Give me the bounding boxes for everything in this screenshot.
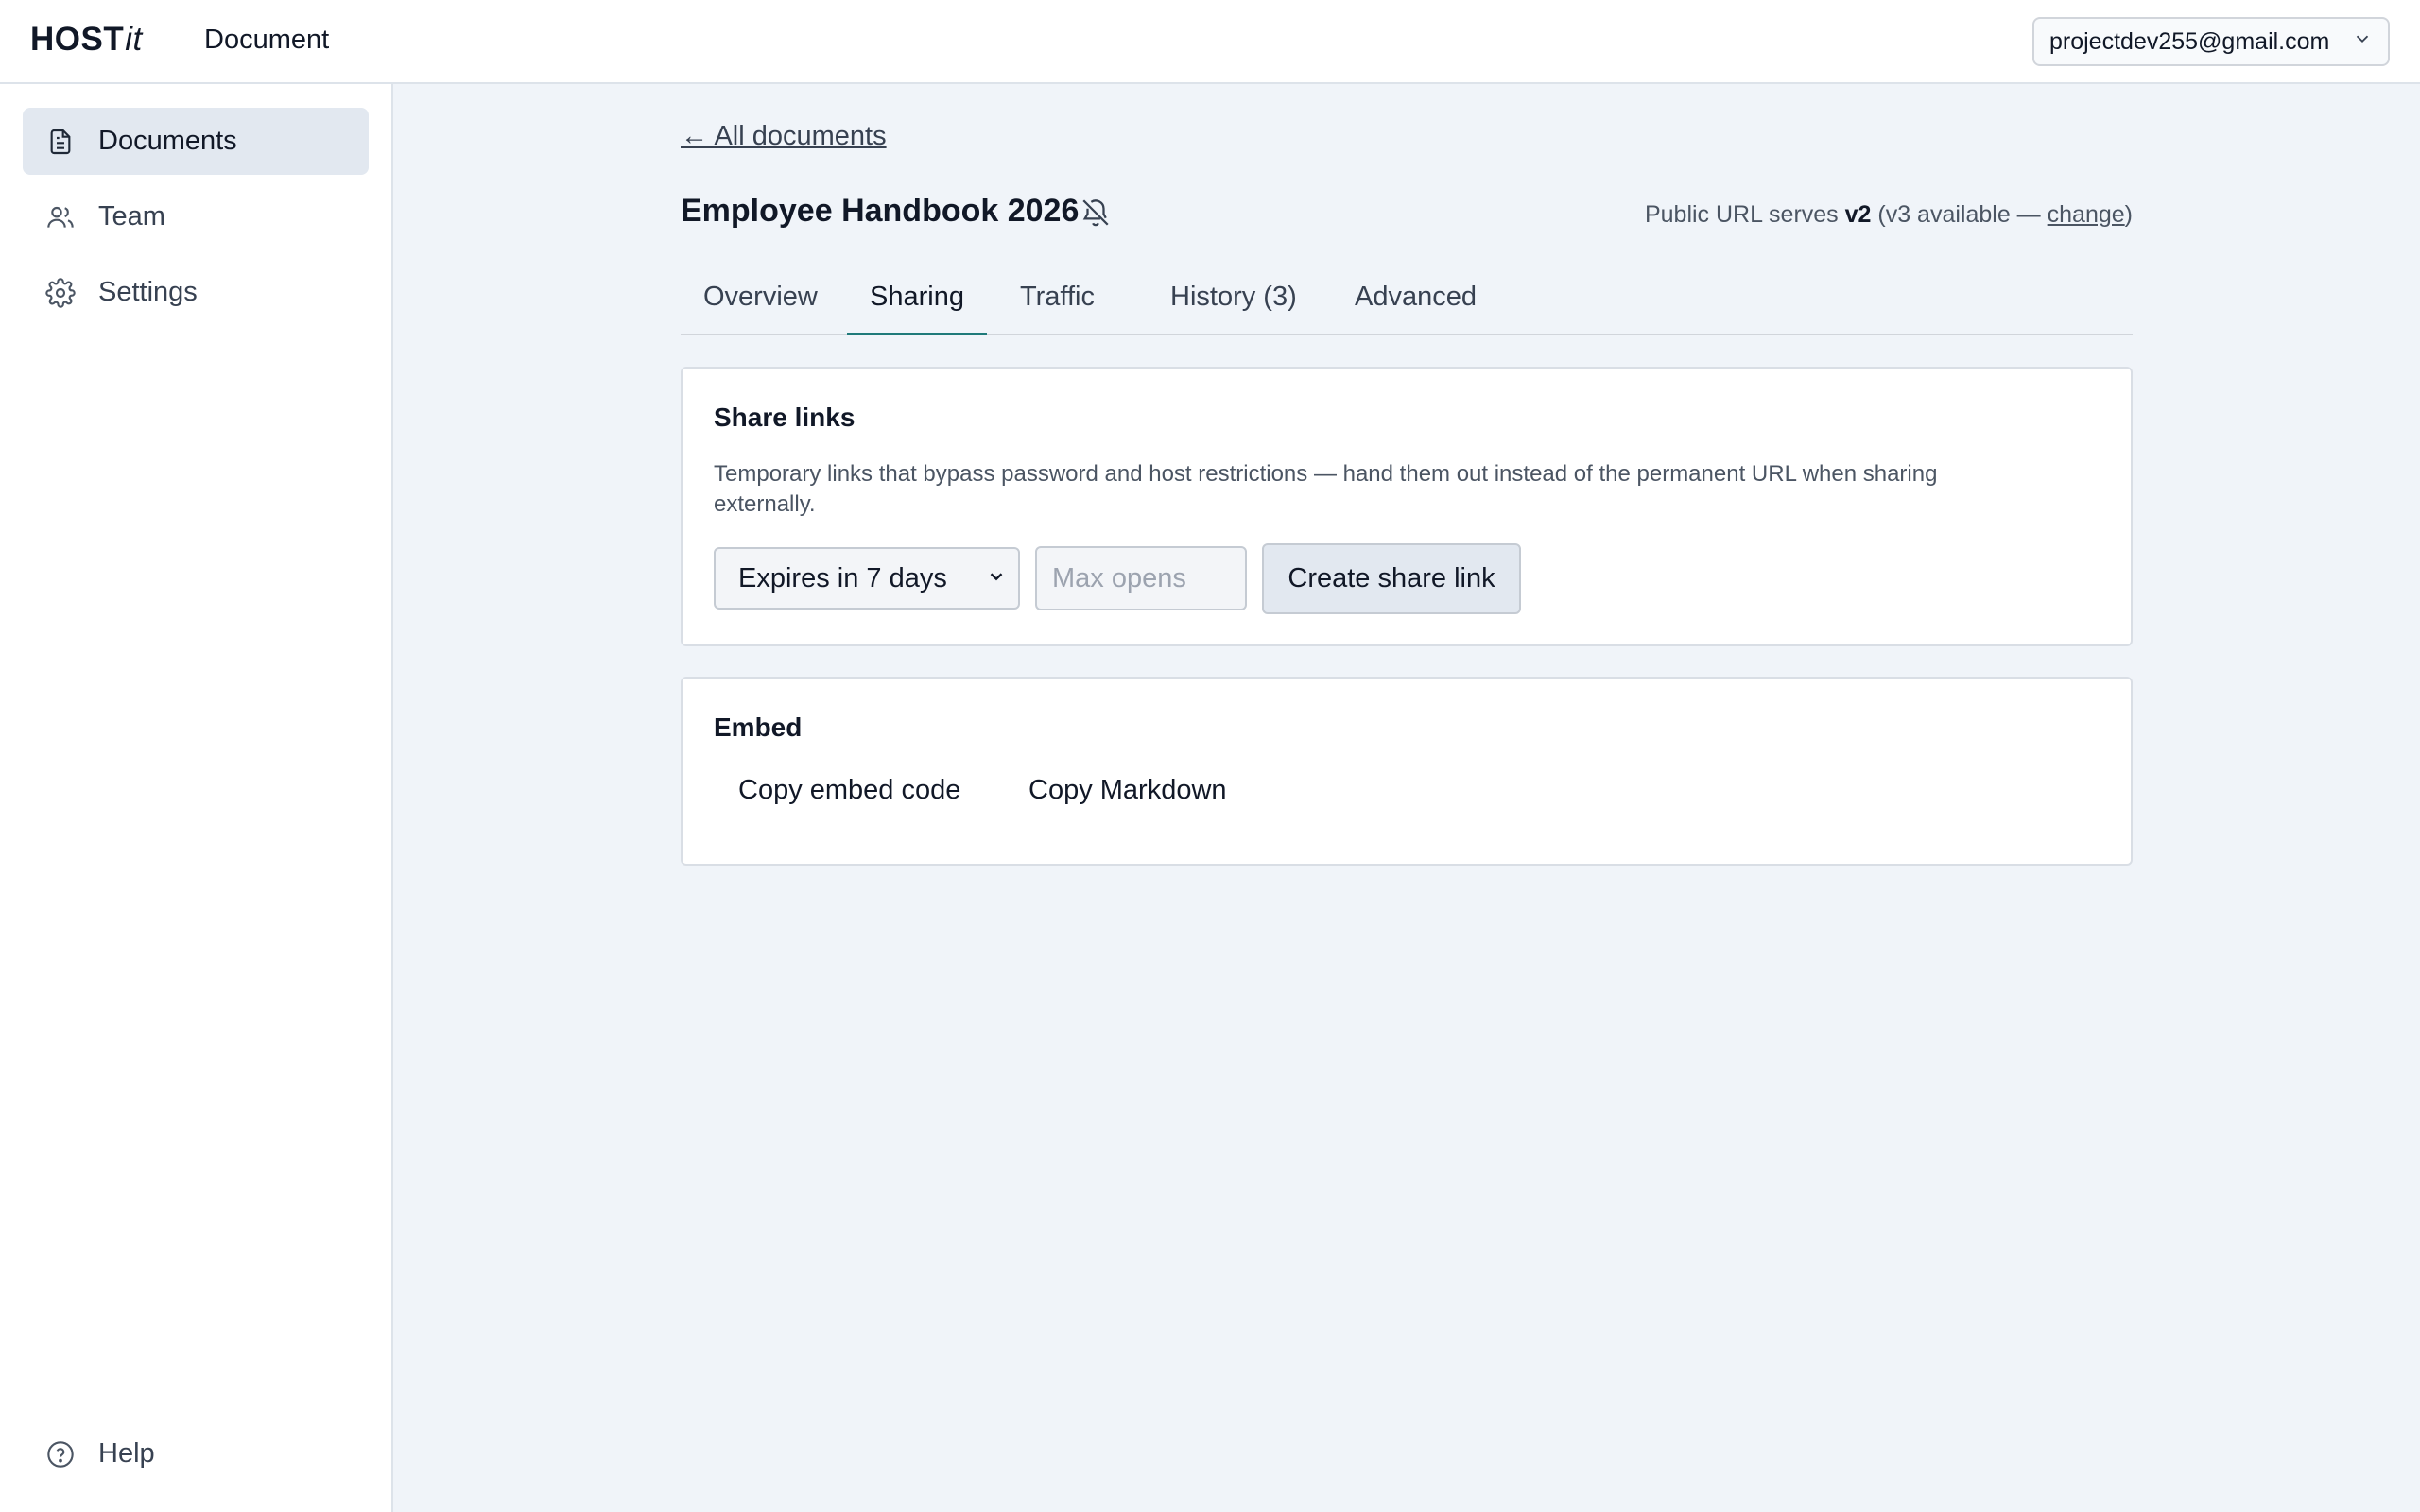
top-bar: HOSTit Document projectdev255@gmail.com (0, 0, 2420, 84)
help-label: Help (98, 1438, 155, 1469)
sidebar-item-settings[interactable]: Settings (23, 259, 369, 326)
tab-sharing[interactable]: Sharing (847, 269, 987, 335)
account-dropdown[interactable]: projectdev255@gmail.com (2032, 17, 2390, 66)
embed-title: Embed (714, 713, 803, 742)
sidebar-item-label: Team (98, 201, 165, 232)
page-title: Employee Handbook 2026 (681, 193, 1080, 229)
all-documents-link[interactable]: ← All documents (681, 121, 887, 152)
document-tabs: Overview Sharing Traffic History (3) Adv… (681, 269, 2133, 335)
public-url-available: (v3 available — (1871, 201, 2048, 228)
sidebar-item-documents[interactable]: Documents (23, 108, 369, 175)
sidebar-item-label: Documents (98, 126, 237, 156)
document-icon (45, 127, 76, 157)
bell-off-icon[interactable] (1080, 197, 1112, 229)
section-title: Document (204, 25, 330, 55)
public-url-prefix: Public URL serves (1644, 201, 1845, 228)
public-url-status: Public URL serves v2 (v3 available — cha… (1645, 201, 2133, 229)
chevron-down-icon (2352, 28, 2373, 56)
public-url-suffix: ) (2124, 201, 2133, 228)
expiry-select-value: Expires in 7 days (738, 562, 947, 593)
brand-suffix: it (125, 21, 143, 58)
copy-embed-code-button[interactable]: Copy embed code (738, 775, 960, 822)
share-links-card: Share links Temporary links that bypass … (681, 367, 2133, 646)
tab-advanced[interactable]: Advanced (1332, 269, 1499, 335)
help-circle-icon (45, 1439, 76, 1469)
tab-overview[interactable]: Overview (681, 269, 840, 335)
tab-traffic[interactable]: Traffic (997, 269, 1117, 335)
gear-icon (45, 277, 76, 308)
public-url-version: v2 (1844, 201, 1872, 228)
share-links-title: Share links (714, 403, 856, 432)
account-email: projectdev255@gmail.com (2049, 27, 2330, 55)
sidebar-item-label: Settings (98, 277, 198, 307)
create-share-link-button[interactable]: Create share link (1262, 543, 1521, 614)
brand-name: HOST (30, 21, 125, 58)
tab-history[interactable]: History (3) (1148, 269, 1320, 335)
share-links-description: Temporary links that bypass password and… (714, 461, 1938, 517)
chevron-down-icon (986, 563, 1007, 594)
help-link[interactable]: Help (45, 1438, 155, 1469)
users-icon (45, 202, 76, 232)
max-opens-input[interactable]: Max opens (1035, 546, 1247, 610)
expiry-select[interactable]: Expires in 7 days (714, 547, 1020, 610)
sidebar: Documents Team Settings Help (0, 84, 393, 1512)
sidebar-item-team[interactable]: Team (23, 183, 369, 250)
brand-logo[interactable]: HOSTit (30, 21, 143, 59)
copy-markdown-button[interactable]: Copy Markdown (1028, 775, 1227, 822)
embed-card: Embed Copy embed code Copy Markdown (681, 677, 2133, 866)
change-version-link[interactable]: change (2048, 201, 2125, 228)
